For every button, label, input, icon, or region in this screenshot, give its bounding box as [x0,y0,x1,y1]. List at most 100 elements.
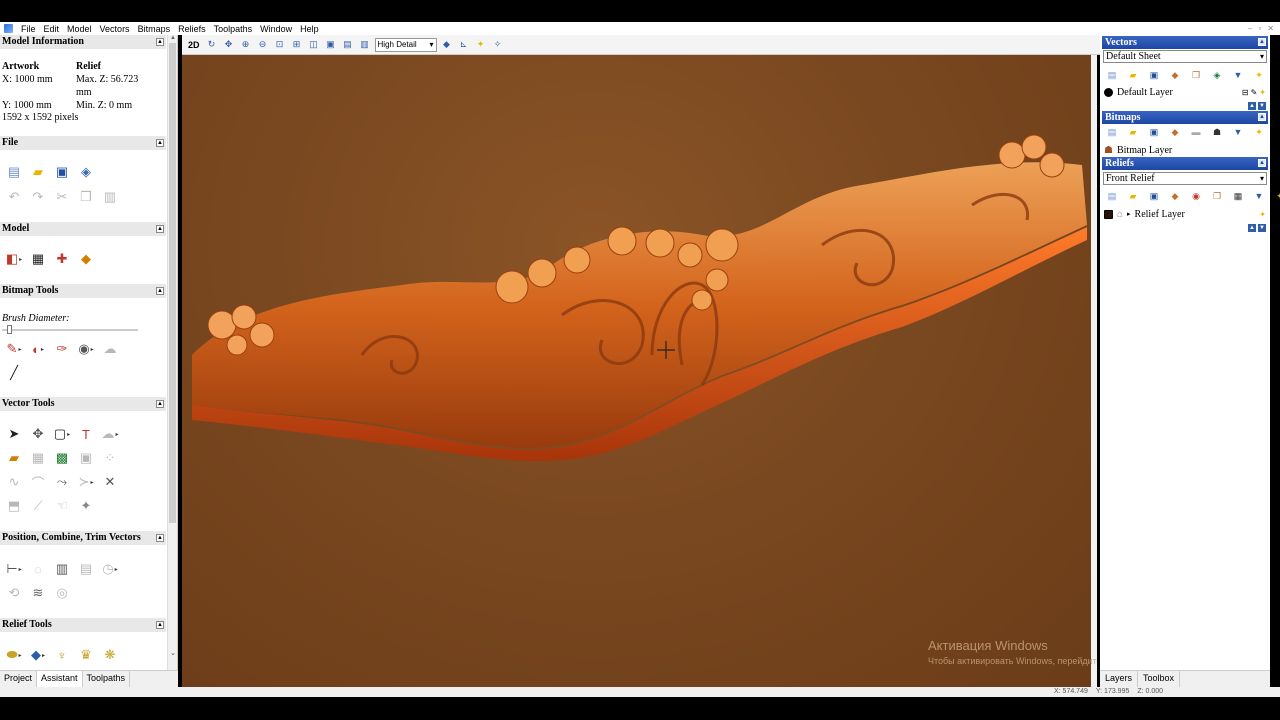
pick-color-icon[interactable]: ✑ [52,340,72,358]
undo-icon[interactable]: ↶ [4,188,24,206]
left-scrollbar[interactable]: ▲ ⌄ [167,35,177,687]
tab-assistant[interactable]: Assistant [37,671,83,687]
align-icon[interactable]: ⊢ [4,560,24,578]
render-icon[interactable]: ◆ [440,38,454,52]
minimize-icon[interactable]: – [1248,24,1252,33]
bitmap-layer-row[interactable]: ☗ Bitmap Layer [1104,143,1266,157]
tab-layers[interactable]: Layers [1100,671,1139,687]
relief-tools-header[interactable]: Relief Tools ▲ [0,618,166,632]
restore-icon[interactable]: ▫ [1258,24,1261,33]
light-icon[interactable]: ✦ [474,38,488,52]
delete-layer-icon[interactable]: ▼ [1232,69,1244,81]
axis-icon[interactable]: ⊾ [457,38,471,52]
collapse-icon[interactable]: ▲ [156,38,164,46]
collapse-icon[interactable]: ▲ [156,400,164,408]
measure-icon[interactable]: ✕ [100,473,120,491]
curve-icon[interactable]: ⌒ [28,473,48,491]
grid-icon[interactable]: ▦ [28,449,48,467]
relief-plane-icon[interactable]: ◆ [28,646,48,664]
reliefs-header[interactable]: Reliefs ▲ [1102,157,1268,170]
cloud-vector-icon[interactable]: ☁ [100,425,120,443]
view-front-icon[interactable]: ▤ [341,38,355,52]
star-icon[interactable]: ✦ [76,497,96,515]
frame-icon[interactable]: ▣ [76,449,96,467]
layer-color-icon[interactable] [1104,87,1113,97]
model-size-icon[interactable]: ◧ [4,250,24,268]
bitmap-people-icon[interactable]: ☗ [1211,126,1223,138]
merge-layer-icon[interactable]: ◈ [1211,69,1223,81]
scroll-up-icon[interactable]: ▲ [168,35,177,43]
menu-reliefs[interactable]: Reliefs [174,24,210,34]
wave-icon[interactable]: ∿ [4,473,24,491]
line-tool-icon[interactable]: ╱ [4,364,24,382]
hand-icon[interactable]: ☜ [52,497,72,515]
zoom-in-icon[interactable]: ⊕ [239,38,253,52]
relief-wizard-icon[interactable]: ♛ [76,646,96,664]
new-file-icon[interactable]: ▤ [4,163,24,181]
collapse-icon[interactable]: ▲ [156,534,164,542]
position-combine-header[interactable]: Position, Combine, Trim Vectors ▲ [0,531,166,545]
move-down-icon[interactable]: ▼ [1258,102,1266,110]
offset-icon[interactable]: ≻ [76,473,96,491]
cloud-icon[interactable]: ☁ [100,340,120,358]
relief-copy-icon[interactable]: ❐ [1211,190,1223,202]
detail-level-select[interactable]: High Detail [374,37,437,52]
copy-icon[interactable]: ❐ [76,188,96,206]
collapse-icon[interactable]: ▲ [156,287,164,295]
nest-icon[interactable]: ▥ [52,560,72,578]
fill-icon[interactable]: ◐ [28,340,48,358]
zoom-fit-icon[interactable]: ⊞ [290,38,304,52]
menu-help[interactable]: Help [296,24,323,34]
collapse-icon[interactable]: ▲ [156,139,164,147]
snap-grid-icon[interactable]: ▩ [52,449,72,467]
save-bitmap-icon[interactable]: ▣ [1148,126,1160,138]
view-iso-icon[interactable]: ◫ [307,38,321,52]
pan-icon[interactable]: ✥ [222,38,236,52]
relief-combine-icon[interactable]: ◉ [1190,190,1202,202]
bitmaps-header[interactable]: Bitmaps ▲ [1102,111,1268,124]
pin-icon[interactable]: ▲ [1258,159,1266,167]
join-icon[interactable]: ⟲ [4,584,24,602]
save-relief-icon[interactable]: ▣ [1148,190,1160,202]
menu-bitmaps[interactable]: Bitmaps [134,24,175,34]
vector-tools-header[interactable]: Vector Tools ▲ [0,397,166,411]
visibility-icon[interactable]: ✦ [1259,88,1266,97]
knife-icon[interactable]: ⟋ [28,497,48,515]
pin-icon[interactable]: ▲ [1258,38,1266,46]
bitmap-tools-header[interactable]: Bitmap Tools ▲ [0,284,166,298]
menu-model[interactable]: Model [63,24,96,34]
box-icon[interactable]: ⬒ [4,497,24,515]
brush-slider-knob[interactable] [7,325,13,334]
tab-project[interactable]: Project [0,671,38,687]
move-up-icon[interactable]: ▲ [1248,224,1256,232]
view-2d-button[interactable]: 2D [186,38,202,52]
relief-layer-row[interactable]: ⌂ ▸ Relief Layer ✦ [1104,207,1266,221]
rotate-view-icon[interactable]: ↻ [205,38,219,52]
collapse-icon[interactable]: ▲ [156,621,164,629]
model-info-icon[interactable]: ▦ [28,250,48,268]
pencil-icon[interactable]: ✎ [4,340,24,358]
tab-toolbox[interactable]: Toolbox [1138,671,1181,687]
new-relief-icon[interactable]: ▤ [1106,190,1118,202]
weld-icon[interactable]: ▤ [76,560,96,578]
menu-toolpaths[interactable]: Toolpaths [210,24,257,34]
edit-icon[interactable]: ✎ [1251,88,1258,97]
circle-pattern-icon[interactable]: ◎ [52,584,72,602]
trim-icon[interactable]: ◷ [100,560,120,578]
zoom-out-icon[interactable]: ⊖ [256,38,270,52]
group-icon[interactable]: ◌ [28,560,48,578]
paste-icon[interactable]: ▥ [100,188,120,206]
relief-select[interactable]: Front Relief [1103,172,1267,185]
collapse-icon[interactable]: ▲ [156,225,164,233]
file-header[interactable]: File ▲ [0,136,166,150]
save-icon[interactable]: ▣ [52,163,72,181]
menu-file[interactable]: File [17,24,40,34]
menu-window[interactable]: Window [256,24,296,34]
select-arrow-icon[interactable]: ➤ [4,425,24,443]
model-render-icon[interactable]: ◆ [76,250,96,268]
shape-editor-icon[interactable]: ⬬ [4,646,24,664]
transform-icon[interactable]: ✥ [28,425,48,443]
settings-icon[interactable]: ✧ [491,38,505,52]
move-down-icon[interactable]: ▼ [1258,224,1266,232]
scroll-down-icon[interactable]: ⌄ [168,649,177,657]
